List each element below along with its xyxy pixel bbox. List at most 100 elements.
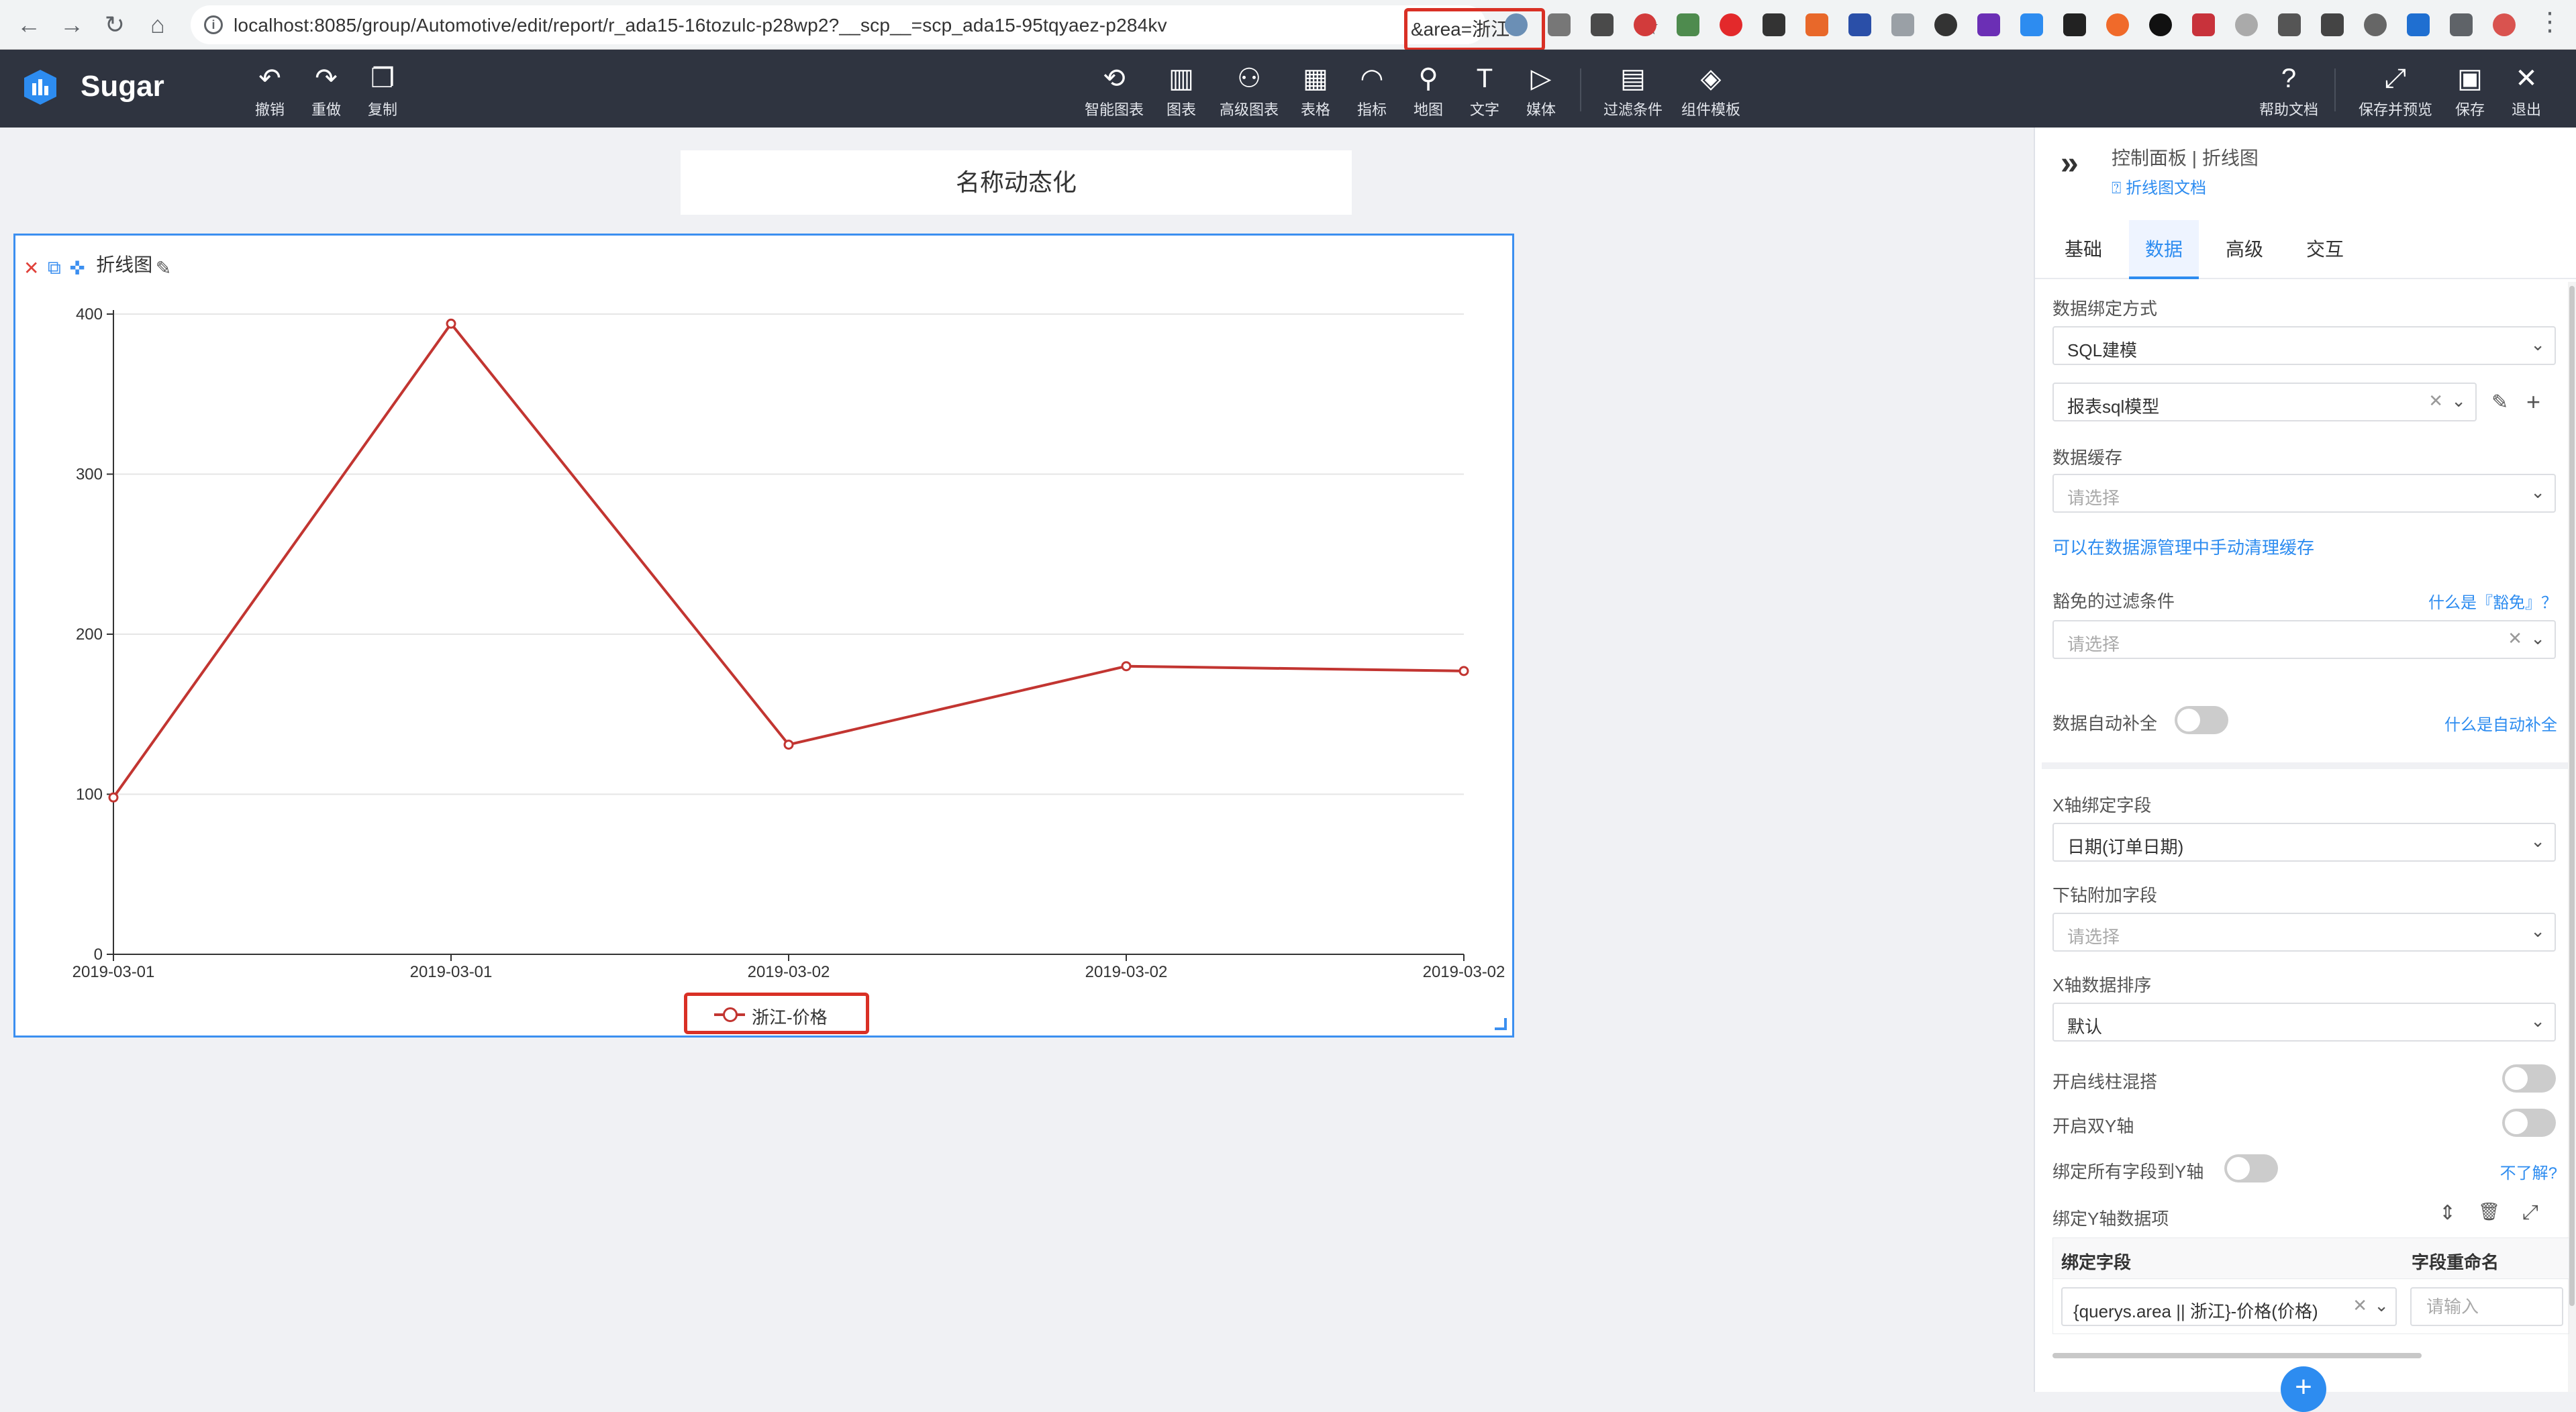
camera-extension-icon[interactable] <box>1548 13 1571 36</box>
cache-select[interactable]: 请选择 ⌄ <box>2052 474 2556 513</box>
extension-icon[interactable] <box>1763 13 1785 36</box>
exit-button[interactable]: ✕ 退出 <box>2506 63 2546 119</box>
save-button[interactable]: ▣ 保存 <box>2450 63 2490 119</box>
pencil-icon[interactable]: ✎ <box>156 257 171 279</box>
line-chart: 0 100 200 300 400 2019-03-01 2019-03-01 2019-03… <box>72 305 1505 981</box>
table-horizontal-scrollbar[interactable] <box>2052 1353 2422 1358</box>
tab-basic[interactable]: 基础 <box>2048 220 2118 279</box>
undo-button[interactable]: ↶ 撤销 <box>250 63 290 119</box>
extension-icon[interactable] <box>2321 13 2344 36</box>
extension-icon[interactable] <box>1505 13 1528 36</box>
report-title[interactable]: 名称动态化 <box>681 150 1352 215</box>
component-template-label: 组件模板 <box>1681 101 1740 118</box>
pencil-icon[interactable]: ✎ <box>2491 391 2508 414</box>
rename-field[interactable] <box>2410 1287 2563 1326</box>
binding-mode-select[interactable]: SQL建模 ⌄ <box>2052 326 2556 365</box>
shield-extension-icon[interactable] <box>1891 13 1914 36</box>
puzzle-extensions-icon[interactable] <box>2450 13 2473 36</box>
filter-button[interactable]: ▤ 过滤条件 <box>1597 63 1669 119</box>
line-bar-mix-toggle[interactable] <box>2502 1064 2556 1093</box>
extension-icon[interactable] <box>1805 13 1828 36</box>
chart-legend[interactable]: 浙江-价格 <box>684 993 869 1034</box>
extension-icon[interactable] <box>1934 13 1957 36</box>
sort-icon[interactable]: ⇕ <box>2439 1201 2456 1225</box>
close-icon: ✕ <box>2515 64 2538 93</box>
extension-icon[interactable] <box>2278 13 2301 36</box>
autofill-toggle[interactable] <box>2175 706 2228 734</box>
component-template-button[interactable]: ◈ 组件模板 <box>1675 63 1746 119</box>
tab-advanced[interactable]: 高级 <box>2210 220 2279 279</box>
map-button[interactable]: ⚲ 地图 <box>1408 63 1448 119</box>
exempt-help-link[interactable]: 什么是『豁免』？ <box>2428 589 2557 613</box>
text-button[interactable]: T 文字 <box>1465 63 1505 119</box>
autofill-help-link[interactable]: 什么是自动补全 <box>2444 711 2557 735</box>
table-button[interactable]: ▦ 表格 <box>1295 63 1336 119</box>
browser-menu-icon[interactable]: ⋮ <box>2537 7 2563 37</box>
media-button[interactable]: ▷ 媒体 <box>1521 63 1561 119</box>
close-icon[interactable]: ✕ <box>23 257 39 279</box>
bind-all-toggle[interactable] <box>2224 1154 2278 1182</box>
extension-icon[interactable] <box>2192 13 2215 36</box>
info-icon[interactable]: i <box>204 15 223 34</box>
advanced-chart-button[interactable]: ⚇ 高级图表 <box>1213 63 1285 119</box>
line-chart-doc-link[interactable]: ⍰ 折线图文档 <box>2112 174 2206 198</box>
bind-all-help-link[interactable]: 不了解? <box>2500 1160 2557 1183</box>
resize-handle[interactable] <box>1495 1018 1507 1030</box>
extension-icon[interactable] <box>2235 13 2258 36</box>
extension-icon[interactable] <box>2149 13 2172 36</box>
forward-icon[interactable]: → <box>55 8 89 42</box>
dual-y-toggle[interactable] <box>2502 1109 2556 1137</box>
tab-interaction[interactable]: 交互 <box>2290 220 2360 279</box>
extension-icon[interactable] <box>1848 13 1871 36</box>
bound-field-value: {querys.area || 浙江}-价格(价格) <box>2073 1301 2318 1321</box>
drill-select[interactable]: 请选择 ⌄ <box>2052 913 2556 952</box>
y-items-label: 绑定Y轴数据项 <box>2052 1209 2169 1229</box>
copy-button[interactable]: ❐ 复制 <box>362 63 403 119</box>
clear-icon[interactable]: ✕ <box>2508 628 2522 649</box>
adblock-extension-icon[interactable] <box>1720 13 1742 36</box>
clear-icon[interactable]: ✕ <box>2352 1295 2367 1316</box>
smart-chart-button[interactable]: ⟲ 智能图表 <box>1078 63 1150 119</box>
extension-icon[interactable] <box>2106 13 2129 36</box>
vue-extension-icon[interactable] <box>1677 13 1699 36</box>
redo-button[interactable]: ↷ 重做 <box>306 63 346 119</box>
panel-scrollbar[interactable] <box>2569 286 2575 1306</box>
bound-field-select[interactable]: {querys.area || 浙江}-价格(价格) ✕ ⌄ <box>2061 1287 2397 1326</box>
profile-avatar[interactable] <box>2493 13 2516 36</box>
table-row: {querys.area || 浙江}-价格(价格) ✕ ⌄ <box>2052 1279 2569 1334</box>
x-field-select[interactable]: 日期(订单日期) ⌄ <box>2052 823 2556 862</box>
expand-icon[interactable]: ⤢ <box>2522 1201 2538 1224</box>
angular-extension-icon[interactable] <box>1634 13 1656 36</box>
exempt-filter-select[interactable]: 请选择 ✕ ⌄ <box>2052 620 2556 659</box>
home-icon[interactable]: ⌂ <box>141 8 175 42</box>
extension-icon[interactable] <box>2364 13 2387 36</box>
extension-icon[interactable] <box>2020 13 2043 36</box>
plus-icon[interactable]: + <box>2526 388 2540 416</box>
address-bar[interactable]: i localhost:8085/group/Automotive/edit/r… <box>191 5 1659 51</box>
cache-hint-link[interactable]: 可以在数据源管理中手动清理缓存 <box>2052 534 2314 559</box>
x-sort-select[interactable]: 默认 ⌄ <box>2052 1003 2556 1042</box>
help-doc-button[interactable]: ? 帮助文档 <box>2252 63 2325 119</box>
save-preview-button[interactable]: ⤢ 保存并预览 <box>2352 63 2439 119</box>
collapse-panel-icon[interactable]: » <box>2061 145 2079 182</box>
sql-model-select[interactable]: 报表sql模型 ✕ ⌄ <box>2052 383 2477 421</box>
clear-icon[interactable]: ✕ <box>2428 391 2443 411</box>
header-divider <box>2334 68 2336 111</box>
reload-icon[interactable]: ↻ <box>98 8 132 42</box>
x-field-value: 日期(订单日期) <box>2067 837 2184 857</box>
copy-icon[interactable]: ⧉ <box>48 257 61 279</box>
extension-icon[interactable] <box>1591 13 1614 36</box>
rename-input[interactable] <box>2412 1289 2562 1325</box>
metric-button[interactable]: ◠ 指标 <box>1352 63 1392 119</box>
add-y-item-button[interactable]: + <box>2281 1366 2326 1412</box>
move-icon[interactable]: ✜ <box>69 257 85 279</box>
back-icon[interactable]: ← <box>12 8 46 42</box>
extension-icon[interactable] <box>2407 13 2430 36</box>
line-chart-widget[interactable]: 0 100 200 300 400 2019-03-01 2019-03-01 2019-03… <box>13 234 1514 1038</box>
tab-data[interactable]: 数据 <box>2129 220 2199 279</box>
legend-line-marker <box>714 1007 745 1022</box>
extension-icon[interactable] <box>2063 13 2086 36</box>
chart-button[interactable]: ▥ 图表 <box>1161 63 1201 119</box>
trash-icon[interactable]: 🗑 <box>2478 1201 2500 1222</box>
extension-icon[interactable] <box>1977 13 2000 36</box>
